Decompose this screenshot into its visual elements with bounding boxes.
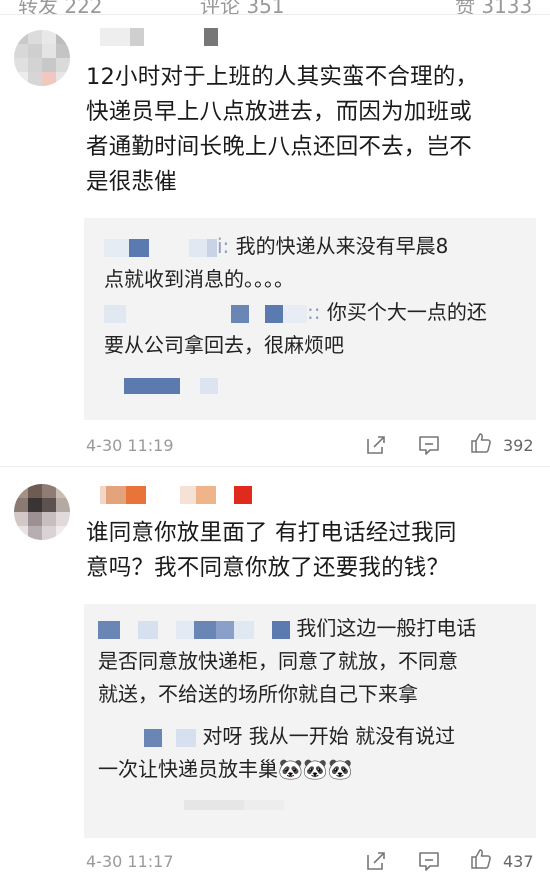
like-count: 437 <box>503 852 534 871</box>
reply-text: 我们这边一般打电话 <box>296 616 477 640</box>
comment-line: 快递员早上八点放进去，而因为加班或 <box>86 99 472 125</box>
more-replies-blurred[interactable] <box>184 800 284 810</box>
reply-item[interactable]: 对呀 我从一开始 就没有说过 一次让快递员放丰巢🐼🐼🐼 <box>98 720 528 786</box>
more-replies-blurred[interactable] <box>124 378 218 394</box>
comment-line: 谁同意你放里面了 有打电话经过我同 <box>86 520 457 546</box>
like-count: 392 <box>503 436 534 455</box>
thumbs-up-icon[interactable] <box>470 848 492 870</box>
thumbs-up-icon[interactable] <box>470 432 492 454</box>
comment-body: 12小时对于上班的人其实蛮不合理的， 快递员早上八点放进去，而因为加班或 者通勤… <box>86 60 536 200</box>
reply-thread[interactable]: i: 我的快递从来没有早晨8 点就收到消息的。。。。 :: 你买个大一点的还 要… <box>84 218 536 420</box>
reply-text: 你买个大一点的还 <box>326 300 487 324</box>
share-icon[interactable] <box>365 850 387 872</box>
reply-username-tail[interactable]: :: <box>307 300 320 324</box>
comment-line: 12小时对于上班的人其实蛮不合理的， <box>86 64 479 90</box>
reply-text: 我的快递从来没有早晨8 <box>235 234 449 258</box>
share-icon[interactable] <box>365 434 387 456</box>
comment-icon[interactable] <box>418 434 440 456</box>
repost-count[interactable]: 转发 222 <box>18 0 103 14</box>
reply-item[interactable]: :: 你买个大一点的还 要从公司拿回去，很麻烦吧 <box>104 296 524 362</box>
divider <box>0 466 550 467</box>
avatar[interactable] <box>14 30 70 86</box>
avatar[interactable] <box>14 484 70 540</box>
comment-body: 谁同意你放里面了 有打电话经过我同 意吗？我不同意你放了还要我的钱？ <box>86 516 536 586</box>
comment-line: 意吗？我不同意你放了还要我的钱？ <box>86 555 450 581</box>
username-blurred[interactable] <box>100 28 218 46</box>
comment-line: 者通勤时间长晚上八点还回不去，岂不 <box>86 134 472 160</box>
divider <box>0 14 550 15</box>
comment-time: 4-30 11:17 <box>86 852 174 871</box>
reply-text: 就送，不给送的场所你就自己下来拿 <box>98 682 418 706</box>
comment-line: 是很悲催 <box>86 169 177 195</box>
stats-bar: 转发 222 评论 351 赞 3133 <box>0 0 550 14</box>
like-total[interactable]: 赞 3133 <box>455 0 532 14</box>
reply-text: 是否同意放快递柜，同意了就放，不同意 <box>98 649 458 673</box>
comment-icon[interactable] <box>418 850 440 872</box>
reply-text: 一次让快递员放丰巢🐼🐼🐼 <box>98 757 353 781</box>
reply-item[interactable]: 我们这边一般打电话 是否同意放快递柜，同意了就放，不同意 就送，不给送的场所你就… <box>98 612 528 711</box>
reply-text: 要从公司拿回去，很麻烦吧 <box>104 333 344 357</box>
username-blurred[interactable] <box>100 486 252 504</box>
reply-thread[interactable]: 我们这边一般打电话 是否同意放快递柜，同意了就放，不同意 就送，不给送的场所你就… <box>84 604 536 838</box>
reply-item[interactable]: i: 我的快递从来没有早晨8 点就收到消息的。。。。 <box>104 230 524 296</box>
comment-time: 4-30 11:19 <box>86 436 174 455</box>
reply-username-tail[interactable]: i: <box>217 234 229 258</box>
reply-text: 对呀 我从一开始 就没有说过 <box>202 724 456 748</box>
comment-count[interactable]: 评论 351 <box>200 0 285 14</box>
reply-text: 点就收到消息的。。。。 <box>104 267 294 291</box>
